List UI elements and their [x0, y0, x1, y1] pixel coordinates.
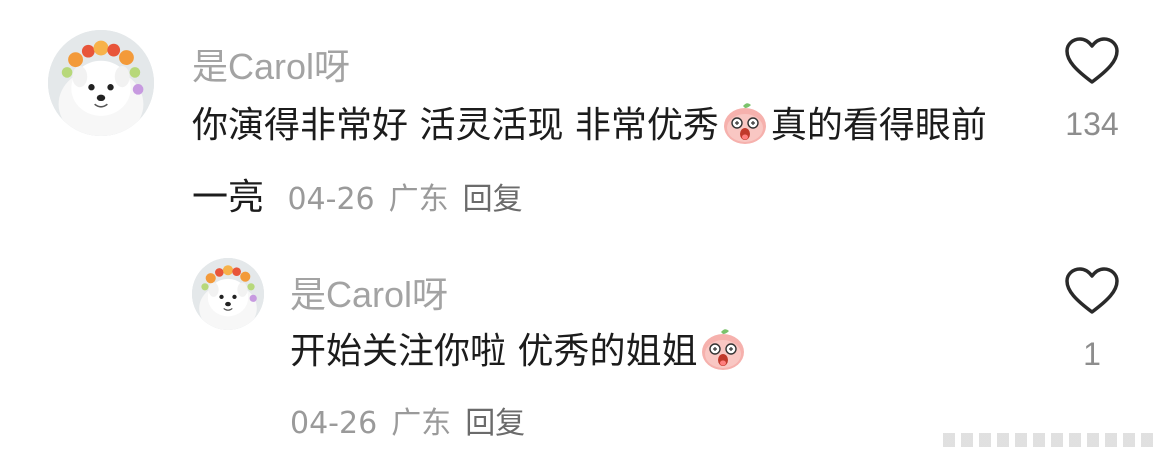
- avatar[interactable]: [192, 258, 264, 330]
- watermark: [943, 433, 1158, 447]
- heart-outline-icon: [1065, 267, 1119, 314]
- reply-button[interactable]: 回复: [463, 182, 523, 217]
- comment-username[interactable]: 是Carol呀: [290, 266, 448, 318]
- comment-date: 04-26: [290, 406, 378, 441]
- comment-text-part: 开始关注你啦 优秀的姐姐: [290, 331, 698, 372]
- peach-face-emoji-icon: [721, 101, 769, 166]
- like-count: 134: [1065, 106, 1119, 142]
- comment-text-part: 你演得非常好 活灵活现 非常优秀: [192, 105, 719, 146]
- comment-text: 开始关注你啦 优秀的姐姐: [290, 320, 990, 392]
- comment-location: 广东: [388, 182, 449, 217]
- reply-button[interactable]: 回复: [465, 406, 525, 441]
- comment-location: 广东: [391, 406, 452, 441]
- comment-item: 是Carol呀 你演得非常好 活灵活现 非常优秀 真的看得眼前一亮 04-26 广…: [0, 0, 1170, 230]
- samoyed-avatar-image: [48, 30, 154, 136]
- reply-comment-item: 是Carol呀 开始关注你啦 优秀的姐姐 04-26 广东 回复 1: [0, 240, 1170, 450]
- like-count: 1: [1083, 336, 1101, 372]
- like-button[interactable]: 1: [1060, 266, 1124, 373]
- peach-face-emoji-icon: [699, 327, 747, 392]
- comment-meta: 04-26 广东 回复: [290, 398, 525, 442]
- like-button[interactable]: 134: [1060, 36, 1124, 143]
- heart-outline-icon: [1065, 37, 1119, 84]
- comment-meta: 04-26 广东 回复: [287, 182, 522, 217]
- comment-text: 你演得非常好 活灵活现 非常优秀 真的看得眼前一亮 04-26 广东 回复: [192, 94, 992, 232]
- comment-date: 04-26: [287, 182, 375, 217]
- samoyed-avatar-image: [192, 258, 264, 330]
- avatar[interactable]: [48, 30, 154, 136]
- comment-username[interactable]: 是Carol呀: [192, 38, 350, 90]
